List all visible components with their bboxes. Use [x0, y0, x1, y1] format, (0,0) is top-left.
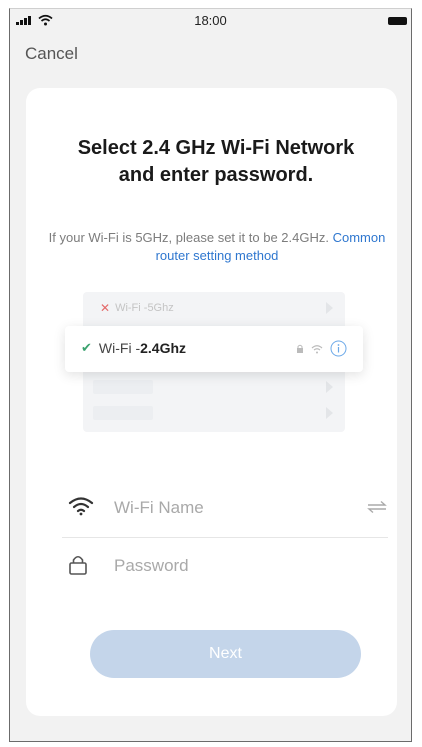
switch-network-icon[interactable]: [366, 500, 388, 514]
page-title: Select 2.4 GHz Wi-Fi Network and enter p…: [77, 137, 355, 186]
network-row-24g: ✔ Wi-Fi - 2.4Ghz: [65, 326, 363, 372]
lock-icon: [297, 344, 303, 353]
check-icon: ✔: [81, 340, 92, 355]
cancel-button[interactable]: Cancel: [25, 44, 78, 64]
phone-screen: 18:00 Cancel Select 2.4 GHz Wi-Fi Networ…: [9, 8, 412, 742]
network-5g-prefix: Wi-Fi -: [115, 302, 148, 314]
wifi-setup-card: Select 2.4 GHz Wi-Fi Network and enter p…: [26, 88, 397, 716]
chevron-right-icon: [326, 407, 333, 419]
info-icon: [330, 340, 347, 357]
network-24g-icons: [296, 340, 347, 357]
password-input[interactable]: Password: [114, 556, 189, 576]
lock-icon: [69, 555, 87, 575]
cross-icon: ✕: [100, 301, 111, 315]
chevron-right-icon: [326, 302, 333, 314]
placeholder-row: [93, 406, 153, 420]
wifi-signal-icon: [311, 344, 323, 353]
network-24g-label: ✔ Wi-Fi - 2.4Ghz: [81, 340, 186, 356]
chevron-right-icon: [326, 381, 333, 393]
next-button[interactable]: Next: [90, 630, 361, 678]
status-bar: 18:00: [10, 9, 411, 33]
wifi-icon: [68, 497, 94, 516]
subtitle: If your Wi-Fi is 5GHz, please set it to …: [46, 229, 388, 265]
network-24g-band: 2.4Ghz: [140, 340, 187, 356]
field-divider: [62, 537, 388, 538]
network-5g-band: 5Ghz: [147, 302, 174, 314]
status-time: 18:00: [194, 13, 227, 28]
battery-icon: [388, 17, 407, 25]
placeholder-row: [93, 380, 153, 394]
subtitle-text: If your Wi-Fi is 5GHz, please set it to …: [48, 230, 329, 245]
network-24g-prefix: Wi-Fi -: [98, 340, 141, 356]
wifi-name-field[interactable]: Wi-Fi Name: [62, 486, 388, 530]
wifi-name-input[interactable]: Wi-Fi Name: [114, 498, 204, 518]
password-field[interactable]: Password: [62, 544, 388, 588]
network-row-5g: ✕ Wi-Fi - 5Ghz: [100, 301, 174, 315]
